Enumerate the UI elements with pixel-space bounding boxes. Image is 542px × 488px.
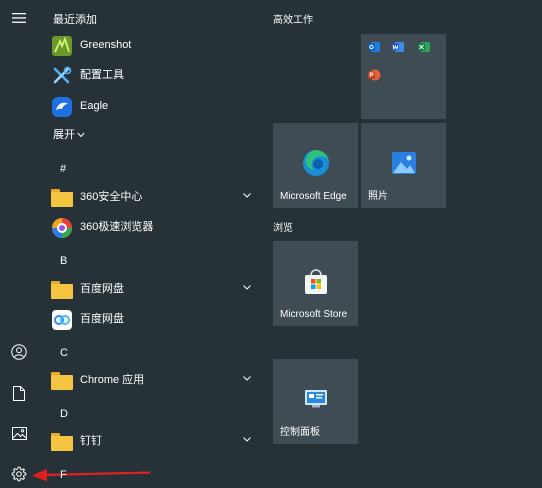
section-header-hash[interactable]: # bbox=[60, 163, 66, 175]
document-icon bbox=[13, 385, 25, 401]
folder-icon bbox=[51, 372, 73, 394]
office-folder-tile[interactable] bbox=[361, 34, 446, 119]
tile-control-panel[interactable]: 控制面板 bbox=[273, 359, 358, 444]
photos-icon bbox=[392, 152, 416, 174]
tile-label: 照片 bbox=[368, 191, 388, 202]
chevron-down-icon bbox=[243, 376, 251, 381]
app-item-config-tool[interactable]: 配置工具 bbox=[38, 61, 268, 89]
folder-icon bbox=[51, 281, 73, 303]
store-icon bbox=[305, 269, 327, 294]
tile-label: Microsoft Store bbox=[280, 309, 348, 320]
config-tool-icon bbox=[53, 66, 72, 84]
tile-label: 控制面板 bbox=[280, 427, 320, 438]
section-header-c[interactable]: C bbox=[60, 347, 68, 359]
app-list: 最近添加 Greenshot 配置工具 Eagle 展开 # 360安全中心 3… bbox=[38, 0, 268, 488]
tile-photos[interactable]: 照片 bbox=[361, 123, 446, 208]
baidu-netdisk-icon bbox=[52, 310, 72, 330]
gear-icon bbox=[11, 466, 27, 482]
edge-icon bbox=[303, 150, 329, 176]
eagle-icon bbox=[52, 97, 72, 117]
app-item-baidu-netdisk[interactable]: 百度网盘 bbox=[38, 305, 268, 333]
chevron-down-icon bbox=[243, 437, 251, 442]
tile-microsoft-edge[interactable]: Microsoft Edge bbox=[273, 123, 358, 208]
folder-icon bbox=[51, 189, 73, 211]
app-item-eagle[interactable]: Eagle bbox=[38, 92, 268, 120]
outlook-icon bbox=[368, 42, 380, 52]
app-label: Greenshot bbox=[80, 39, 132, 51]
tile-group-title-productivity: 高效工作 bbox=[273, 15, 313, 26]
user-avatar-icon bbox=[11, 344, 27, 360]
folder-label: 百度网盘 bbox=[80, 283, 124, 295]
app-item-360-browser[interactable]: 360极速浏览器 bbox=[38, 213, 268, 241]
tile-label: Microsoft Edge bbox=[280, 191, 347, 202]
excel-icon bbox=[418, 42, 430, 52]
tiles-area: 高效工作 Microsoft Edge 照片 浏览 Microsoft Stor… bbox=[268, 0, 542, 488]
left-rail bbox=[0, 0, 38, 488]
app-item-greenshot[interactable]: Greenshot bbox=[38, 31, 268, 59]
section-header-f[interactable]: F bbox=[60, 469, 67, 481]
folder-item-360-safe[interactable]: 360安全中心 bbox=[38, 183, 268, 211]
folder-label: Chrome 应用 bbox=[80, 374, 145, 386]
hamburger-menu-button[interactable] bbox=[7, 6, 31, 30]
folder-item-baidu-netdisk[interactable]: 百度网盘 bbox=[38, 275, 268, 303]
expand-toggle[interactable]: 展开 bbox=[38, 121, 268, 149]
word-icon bbox=[392, 42, 404, 52]
powerpoint-icon bbox=[368, 69, 381, 81]
section-header-b[interactable]: B bbox=[60, 255, 67, 267]
expand-label: 展开 bbox=[53, 129, 75, 141]
folder-label: 钉钉 bbox=[80, 435, 102, 447]
user-account-button[interactable] bbox=[7, 340, 31, 364]
picture-icon bbox=[11, 426, 27, 440]
settings-button[interactable] bbox=[7, 462, 31, 486]
chevron-down-icon bbox=[243, 193, 251, 198]
hamburger-icon bbox=[12, 13, 26, 23]
tile-microsoft-store[interactable]: Microsoft Store bbox=[273, 241, 358, 326]
tile-group-title-browse: 浏览 bbox=[273, 223, 293, 234]
folder-label: 360安全中心 bbox=[80, 191, 143, 203]
chevron-down-icon bbox=[77, 132, 85, 138]
greenshot-icon bbox=[52, 36, 72, 56]
360-browser-icon bbox=[52, 218, 72, 238]
app-label: 百度网盘 bbox=[80, 313, 124, 325]
app-label: 360极速浏览器 bbox=[80, 221, 154, 233]
documents-button[interactable] bbox=[7, 381, 31, 405]
section-header-d[interactable]: D bbox=[60, 408, 68, 420]
app-label: 配置工具 bbox=[80, 69, 124, 81]
pictures-button[interactable] bbox=[7, 421, 31, 445]
chevron-down-icon bbox=[243, 285, 251, 290]
folder-item-dingtalk[interactable]: 钉钉 bbox=[38, 427, 268, 455]
control-panel-icon bbox=[305, 390, 327, 408]
folder-item-chrome-apps[interactable]: Chrome 应用 bbox=[38, 366, 268, 394]
app-label: Eagle bbox=[80, 100, 109, 112]
recently-added-header: 最近添加 bbox=[53, 14, 97, 26]
folder-icon bbox=[51, 433, 73, 455]
